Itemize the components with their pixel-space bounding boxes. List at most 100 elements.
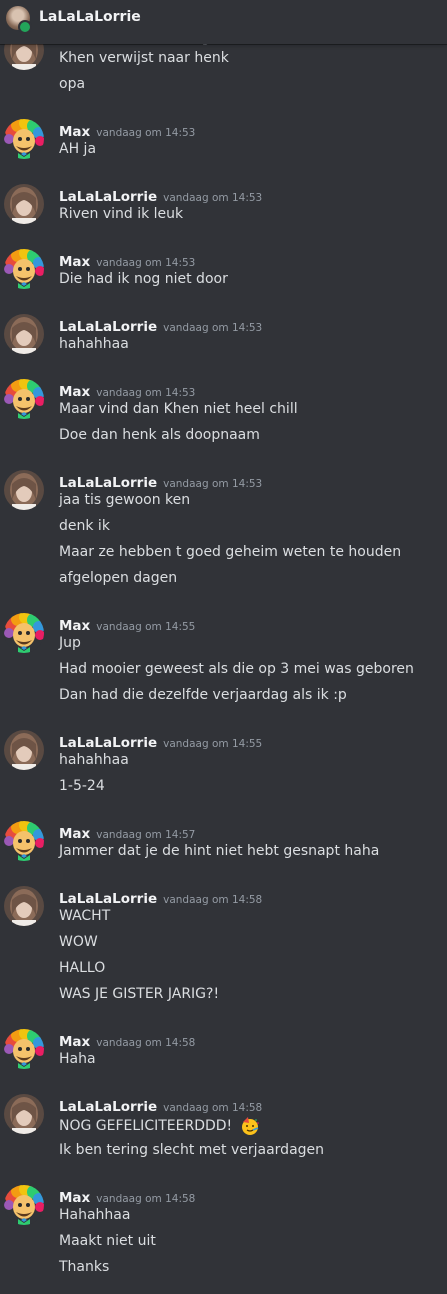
profile-photo-icon (4, 886, 44, 926)
message-text: opa (59, 76, 86, 92)
message-text-content: jaa tis gewoon ken (59, 492, 191, 508)
username[interactable]: Max (59, 618, 90, 634)
user-avatar[interactable] (4, 314, 44, 354)
rainbow-afro-avatar-icon (4, 1185, 44, 1225)
user-avatar[interactable] (4, 249, 44, 289)
user-avatar[interactable] (4, 1094, 44, 1134)
user-avatar[interactable] (4, 613, 44, 653)
message-text: hahahhaa (59, 752, 129, 768)
message-text: HALLO (59, 960, 105, 976)
message-text-content: 1-5-24 (59, 778, 105, 794)
message-header: LaLaLaLorrie vandaag om 14:53 (59, 186, 263, 205)
message-text: Dan had die dezelfde verjaardag als ik :… (59, 687, 347, 703)
username[interactable]: Max (59, 1034, 90, 1050)
message-text: Haha (59, 1051, 96, 1067)
timestamp: vandaag om 14:57 (96, 829, 196, 841)
message-text-content: WAS JE GISTER JARIG?! (59, 986, 220, 1002)
message-text: jaa tis gewoon ken (59, 492, 190, 508)
profile-photo-icon (4, 314, 44, 354)
message-text-content: Maar ze hebben t goed geheim weten te ho… (59, 544, 402, 560)
message-header: LaLaLaLorrie vandaag om 14:53 (59, 472, 262, 491)
username[interactable]: LaLaLaLorrie (59, 475, 157, 491)
username[interactable]: Max (59, 1190, 90, 1206)
message-text-content: HALLO (59, 960, 106, 976)
message-header: Max vandaag om 14:58 (59, 1187, 196, 1206)
user-avatar[interactable] (4, 470, 44, 510)
message-text-content: NOG GEFELICITEERDDD! (59, 1118, 233, 1134)
user-avatar[interactable] (4, 886, 44, 926)
user-avatar[interactable] (4, 379, 44, 419)
message-header: Max vandaag om 14:58 (59, 1031, 196, 1050)
username[interactable]: Max (59, 124, 90, 140)
timestamp: vandaag om 14:53 (96, 387, 196, 399)
user-avatar[interactable] (4, 821, 44, 861)
profile-photo-icon (4, 470, 44, 510)
rainbow-afro-avatar-icon (4, 821, 44, 861)
rainbow-afro-avatar-icon (4, 379, 44, 419)
message-text: WAS JE GISTER JARIG?! (59, 986, 219, 1002)
message-text: Maakt niet uit (59, 1233, 156, 1249)
user-avatar[interactable] (4, 1185, 44, 1225)
online-status-icon (18, 20, 32, 34)
timestamp: vandaag om 14:58 (163, 894, 263, 906)
timestamp: vandaag om 14:58 (163, 1102, 263, 1114)
profile-photo-icon (4, 184, 44, 224)
message-header: Max vandaag om 14:53 (59, 381, 196, 400)
message-text: NOG GEFELICITEERDDD! (59, 1116, 260, 1136)
message-header: LaLaLaLorrie vandaag om 14:55 (59, 732, 263, 751)
user-avatar[interactable] (4, 730, 44, 770)
username[interactable]: Max (59, 826, 90, 842)
message-text: Maar vind dan Khen niet heel chill (59, 401, 298, 417)
message-text: Doe dan henk als doopnaam (59, 427, 260, 443)
message-header: Max vandaag om 14:53 (59, 121, 196, 140)
message-text: hahahhaa (59, 336, 129, 352)
channel-title[interactable]: LaLaLaLorrie (39, 9, 141, 25)
message-text-content: Ik ben tering slecht met verjaardagen (59, 1142, 325, 1158)
username[interactable]: LaLaLaLorrie (59, 319, 157, 335)
message-text: AH ja (59, 141, 96, 157)
message-text: Maar ze hebben t goed geheim weten te ho… (59, 544, 401, 560)
username[interactable]: Max (59, 254, 90, 270)
message-text-content: hahahhaa (59, 752, 129, 768)
message-text: Jup (59, 635, 81, 651)
partying-face-emoji-icon (241, 1117, 259, 1135)
message-header: LaLaLaLorrie vandaag om 14:58 (59, 1096, 263, 1115)
message-text: Jammer dat je de hint niet hebt gesnapt … (59, 843, 379, 859)
message-text: Had mooier geweest als die op 3 mei was … (59, 661, 414, 677)
message-text: WACHT (59, 908, 110, 924)
rainbow-afro-avatar-icon (4, 249, 44, 289)
message-text-content: Maakt niet uit (59, 1233, 156, 1249)
username[interactable]: LaLaLaLorrie (59, 735, 157, 751)
message-text: Khen verwijst naar henk (59, 50, 229, 66)
message-header: LaLaLaLorrie vandaag om 14:58 (59, 888, 263, 907)
message-text-content: WACHT (59, 908, 111, 924)
message-header: Max vandaag om 14:57 (59, 823, 196, 842)
username[interactable]: LaLaLaLorrie (59, 1099, 157, 1115)
username[interactable]: LaLaLaLorrie (59, 891, 157, 907)
user-avatar[interactable] (4, 119, 44, 159)
timestamp: vandaag om 14:53 (96, 127, 196, 139)
message-text: Riven vind ik leuk (59, 206, 183, 222)
username[interactable]: Max (59, 384, 90, 400)
message-text: Die had ik nog niet door (59, 271, 228, 287)
message-text-content: Hahahhaa (59, 1207, 131, 1223)
message-header: LaLaLaLorrie vandaag om 14:53 (59, 316, 263, 335)
timestamp: vandaag om 14:58 (96, 1037, 196, 1049)
message-text: afgelopen dagen (59, 570, 177, 586)
message-text-content: afgelopen dagen (59, 570, 178, 586)
timestamp: vandaag om 14:53 (163, 192, 263, 204)
user-avatar[interactable] (4, 184, 44, 224)
message-text-content: WOW (59, 934, 98, 950)
rainbow-afro-avatar-icon (4, 1029, 44, 1069)
rainbow-afro-avatar-icon (4, 613, 44, 653)
message-text: WOW (59, 934, 98, 950)
timestamp: vandaag om 14:53 (163, 322, 263, 334)
message-text-content: Haha (59, 1051, 96, 1067)
message-text-content: AH ja (59, 141, 97, 157)
username[interactable]: LaLaLaLorrie (59, 189, 157, 205)
timestamp: vandaag om 14:58 (96, 1193, 196, 1205)
message-text-content: Dan had die dezelfde verjaardag als ik :… (59, 687, 347, 703)
timestamp: vandaag om 14:55 (163, 738, 263, 750)
rainbow-afro-avatar-icon (4, 119, 44, 159)
user-avatar[interactable] (4, 1029, 44, 1069)
